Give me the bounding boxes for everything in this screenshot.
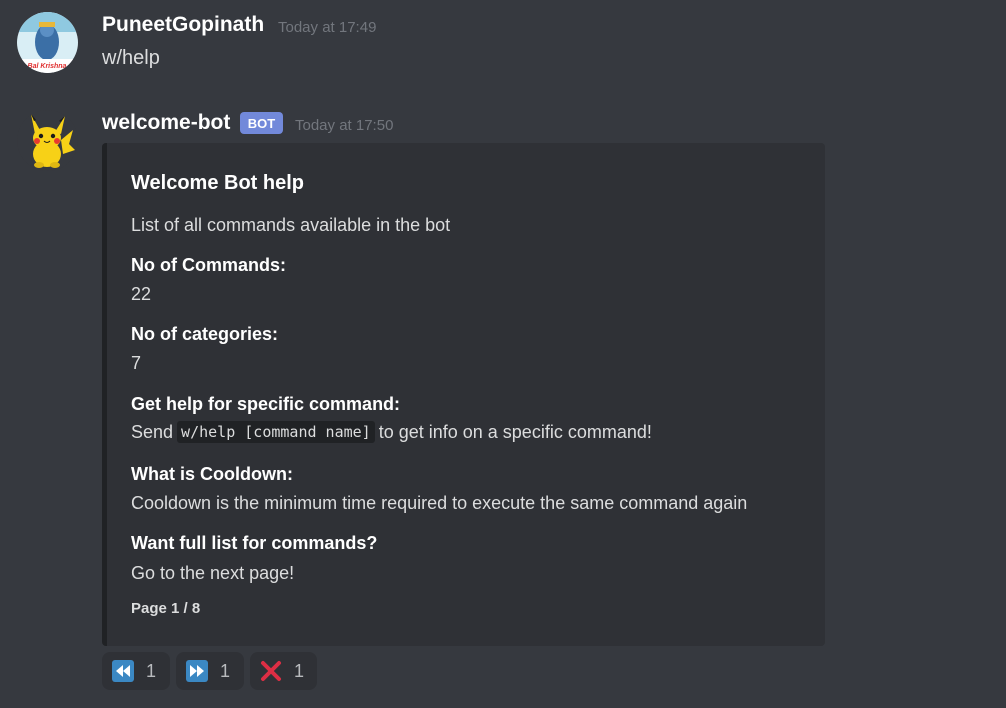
pikachu-icon[interactable] bbox=[17, 110, 78, 171]
bot-message-timestamp: Today at 17:50 bbox=[295, 117, 394, 134]
reaction-rewind[interactable]: 1 bbox=[102, 652, 170, 690]
field-name: Get help for specific command: bbox=[131, 394, 401, 414]
embed-footer: Page 1 / 8 bbox=[131, 600, 201, 617]
user-avatar[interactable]: Bal Krishna bbox=[17, 12, 78, 73]
bot-badge: BOT bbox=[240, 112, 283, 134]
field-value: 22 bbox=[131, 284, 152, 304]
field-value: 7 bbox=[131, 353, 142, 373]
reaction-count: 1 bbox=[220, 660, 231, 681]
field-name: What is Cooldown: bbox=[131, 464, 293, 484]
embed-description: List of all commands available in the bo… bbox=[131, 215, 451, 235]
embed-title: Welcome Bot help bbox=[131, 172, 304, 194]
reaction-cross[interactable]: 1 bbox=[250, 652, 317, 690]
field-value-prefix: Send bbox=[131, 421, 174, 442]
inline-code: w/help [command name] bbox=[177, 421, 375, 443]
message-timestamp: Today at 17:49 bbox=[278, 19, 377, 36]
message-content: w/help bbox=[102, 47, 160, 69]
rewind-icon bbox=[112, 660, 134, 682]
reaction-count: 1 bbox=[294, 660, 305, 681]
reaction-count: 1 bbox=[146, 660, 157, 681]
bot-username[interactable]: welcome-bot bbox=[102, 111, 230, 135]
reaction-fast-forward[interactable]: 1 bbox=[176, 652, 244, 690]
field-name: No of Commands: bbox=[131, 255, 286, 275]
field-value: Go to the next page! bbox=[131, 563, 295, 583]
cross-mark-icon bbox=[260, 660, 282, 682]
field-name: No of categories: bbox=[131, 324, 279, 344]
field-value-suffix: to get info on a specific command! bbox=[378, 421, 652, 442]
help-embed: Welcome Bot help List of all commands av… bbox=[102, 143, 825, 646]
svg-text:Bal Krishna: Bal Krishna bbox=[28, 63, 67, 70]
field-name: Want full list for commands? bbox=[131, 533, 378, 553]
username[interactable]: PuneetGopinath bbox=[102, 13, 264, 37]
field-value: Cooldown is the minimum time required to… bbox=[131, 493, 748, 513]
fast-forward-icon bbox=[186, 660, 208, 682]
field-value-command-help: Send w/help [command name] to get info o… bbox=[131, 421, 652, 443]
